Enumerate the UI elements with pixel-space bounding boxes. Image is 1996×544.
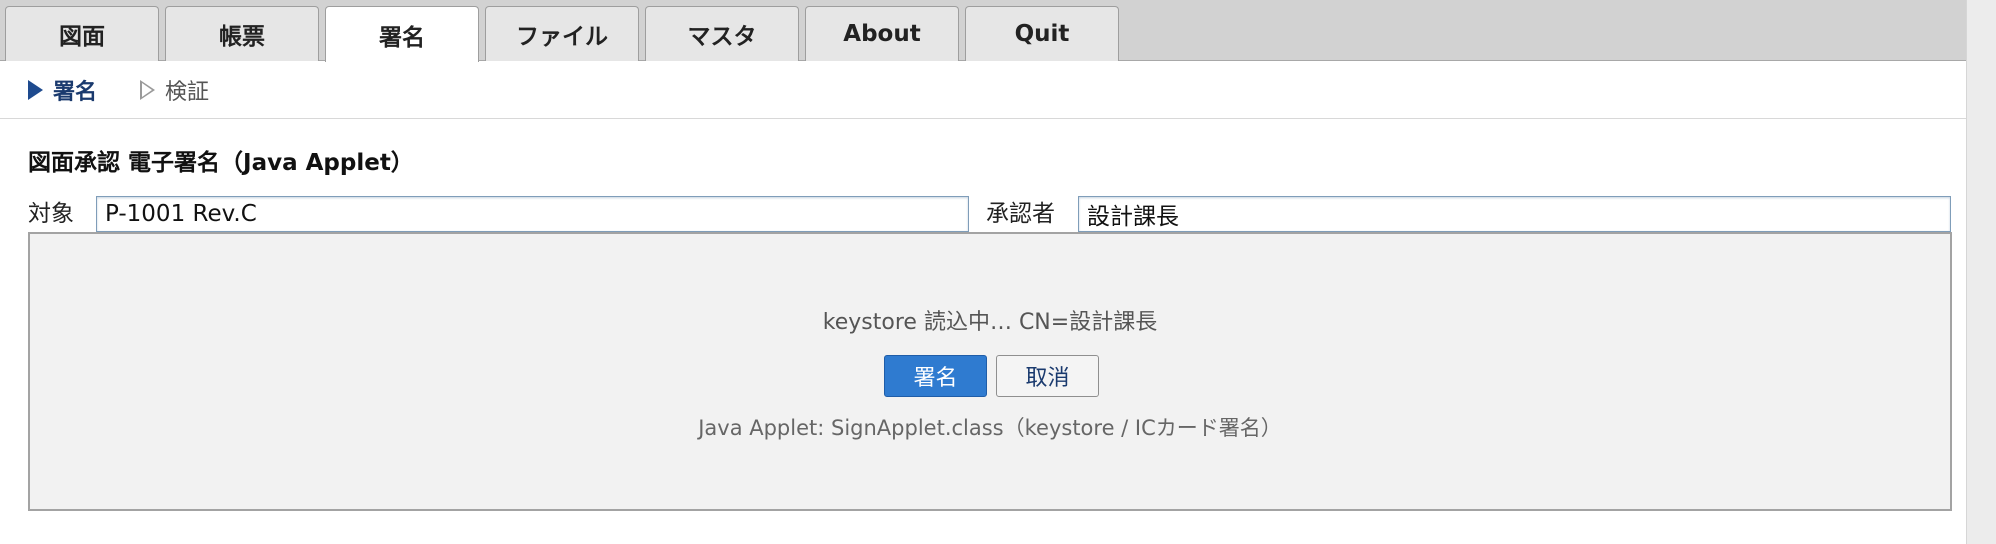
target-label: 対象 <box>28 201 74 227</box>
sign-button[interactable]: 署名 <box>884 355 987 397</box>
applet-status-text: keystore 読込中… CN=設計課長 <box>822 310 1158 335</box>
approver-input[interactable] <box>1078 196 1951 232</box>
tab-quit[interactable]: Quit <box>965 6 1119 61</box>
triangle-right-outline-icon <box>140 80 155 100</box>
sub-navigation: 署名 検証 <box>0 61 1966 119</box>
subnav-item-sign-label: 署名 <box>53 80 98 105</box>
cancel-button[interactable]: 取消 <box>996 355 1099 397</box>
tab-about[interactable]: About <box>805 6 959 61</box>
subnav-item-verify[interactable]: 検証 <box>140 61 209 119</box>
target-input[interactable] <box>96 196 969 232</box>
tab-zumen[interactable]: 図面 <box>5 6 159 61</box>
tab-chohyo[interactable]: 帳票 <box>165 6 319 61</box>
page-title: 図面承認 電子署名（Java Applet） <box>28 150 414 176</box>
subnav-item-sign[interactable]: 署名 <box>28 61 97 119</box>
tab-shomei[interactable]: 署名 <box>325 6 479 62</box>
scrollbar-track[interactable] <box>1966 0 1996 544</box>
tab-master[interactable]: マスタ <box>645 6 799 61</box>
subnav-item-verify-label: 検証 <box>165 80 210 105</box>
java-applet-panel: keystore 読込中… CN=設計課長 署名 取消 Java Applet:… <box>28 232 1952 511</box>
applet-caption: Java Applet: SignApplet.class（keystore /… <box>698 416 1282 440</box>
approver-label: 承認者 <box>986 201 1055 227</box>
main-tab-bar: 図面 帳票 署名 ファイル マスタ About Quit <box>0 0 1966 62</box>
triangle-right-filled-icon <box>28 80 43 100</box>
tab-file[interactable]: ファイル <box>485 6 639 61</box>
